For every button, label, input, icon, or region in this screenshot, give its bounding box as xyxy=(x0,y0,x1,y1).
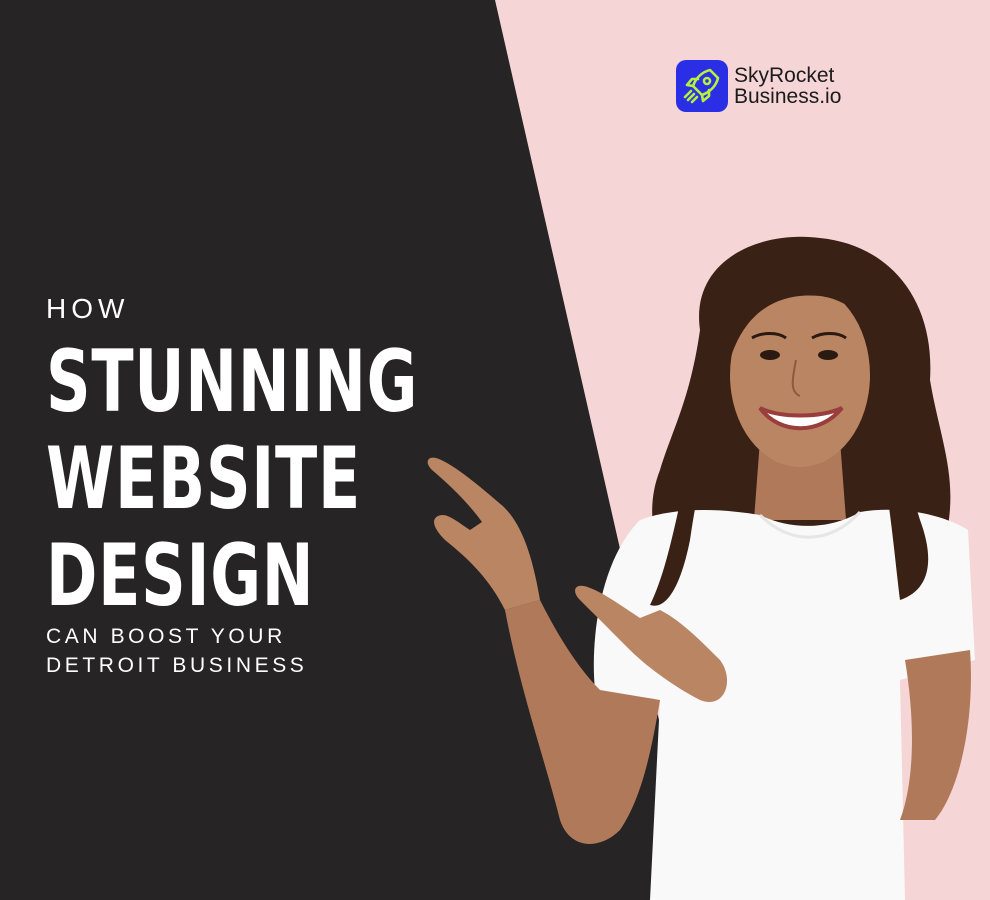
woman-pointing-photo xyxy=(420,230,990,900)
headline-line-2: WEBSITE xyxy=(46,429,362,529)
brand-name: SkyRocket Business.io xyxy=(734,65,841,107)
brand-line-2: Business.io xyxy=(734,85,842,108)
rocket-icon xyxy=(676,60,728,112)
brand-logo: SkyRocket Business.io xyxy=(676,60,841,112)
brand-line-1: SkyRocket xyxy=(734,64,835,87)
headline-line-1: STUNNING xyxy=(46,332,419,432)
headline-line-3: DESIGN xyxy=(46,526,315,626)
promo-graphic: SkyRocket Business.io HOW STUNNING WEBSI… xyxy=(0,0,990,900)
